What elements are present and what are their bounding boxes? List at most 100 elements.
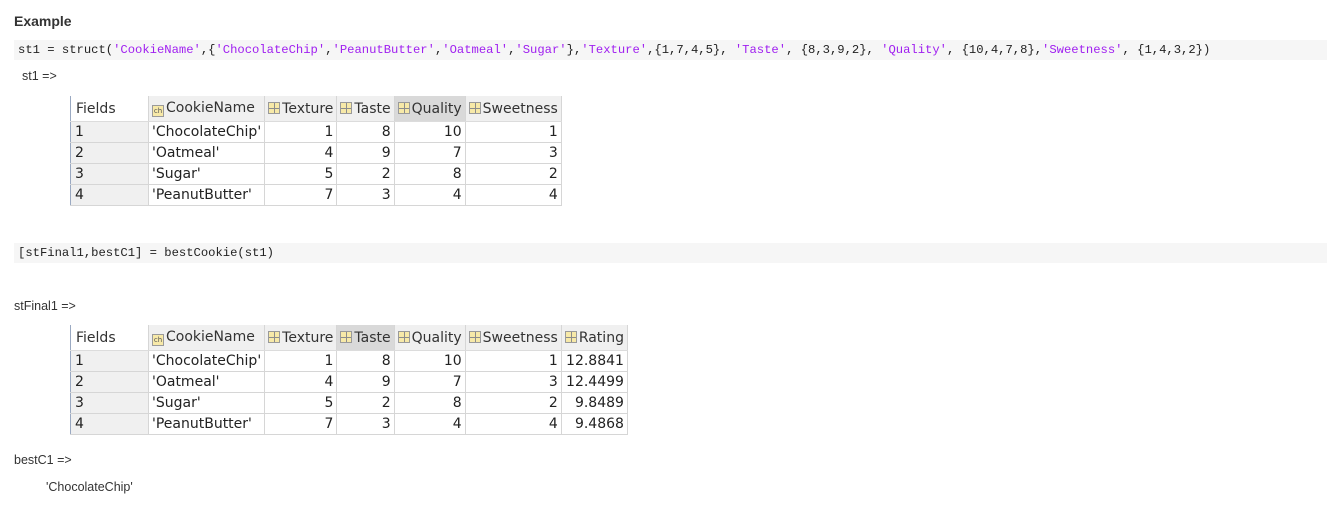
table-cell[interactable]: 3 [465,371,562,393]
table-row: 3 'Sugar' 5 2 8 2 [70,163,562,185]
table-row: 2 'Oatmeal' 4 9 7 3 [70,142,562,164]
table-cell[interactable]: 12.8841 [561,350,628,372]
table-cell[interactable]: 10 [394,121,466,143]
code-string-token: 'Sweetness' [1042,43,1123,57]
table-cell[interactable]: 'PeanutButter' [148,413,266,435]
column-header[interactable]: Texture [264,325,338,351]
numeric-array-icon [397,101,410,114]
table-cell[interactable]: 'Sugar' [148,163,266,185]
table-cell[interactable]: 4 [394,413,466,435]
code-token: , {8,3,9,2}, [786,43,882,57]
code-string-token: 'Taste' [734,43,787,57]
code-string-token: 'CookieName' [113,43,201,57]
code-string-token: 'Texture' [581,43,648,57]
code-string-token: 'Sugar' [515,43,567,57]
column-header-label: Quality [411,329,462,346]
table-cell[interactable]: 3 [465,142,562,164]
column-header[interactable]: Taste [336,325,395,351]
table-cell[interactable]: 12.4499 [561,371,628,393]
row-number[interactable]: 4 [70,184,149,206]
column-header[interactable]: Sweetness [465,325,562,351]
table-cell[interactable]: 2 [465,163,562,185]
table-cell[interactable]: 10 [394,350,466,372]
code-line-bestcookie[interactable]: [stFinal1,bestC1] = bestCookie(st1) [14,243,1327,263]
code-string-token: 'ChocolateChip' [215,43,326,57]
table-cell[interactable]: 9.8489 [561,392,628,414]
st1-label: st1 => [22,69,57,83]
column-header[interactable]: Texture [264,96,338,122]
column-header[interactable]: Rating [561,325,628,351]
row-number[interactable]: 1 [70,121,149,143]
table-row: 3 'Sugar' 5 2 8 2 9.8489 [70,392,628,414]
code-token: , {10,4,7,8}, [946,43,1043,57]
table-cell[interactable]: 4 [465,413,562,435]
row-number[interactable]: 1 [70,350,149,372]
stFinal1-variable-table: Fields ch CookieName Texture Taste Quality Swe… [70,325,628,435]
table-cell[interactable]: 'ChocolateChip' [148,121,266,143]
stFinal1-label: stFinal1 => [14,299,76,313]
code-line-struct[interactable]: st1 = struct('CookieName',{'ChocolateChi… [14,40,1327,60]
table-cell[interactable]: 3 [336,413,395,435]
fields-header[interactable]: Fields [70,96,149,122]
table-cell[interactable]: 7 [394,371,466,393]
numeric-array-icon [268,101,281,114]
char-array-icon: ch [152,105,164,117]
st1-variable-table: Fields ch CookieName Texture Taste Quality Swe… [70,96,562,206]
column-header[interactable]: ch CookieName [148,325,266,351]
table-cell[interactable]: 4 [264,142,338,164]
table-cell[interactable]: 7 [264,184,338,206]
table-cell[interactable]: 2 [336,392,395,414]
row-number[interactable]: 2 [70,142,149,164]
table-cell[interactable]: 4 [465,184,562,206]
column-header[interactable]: Sweetness [465,96,562,122]
table-cell[interactable]: 9 [336,371,395,393]
row-number[interactable]: 4 [70,413,149,435]
table-row: 1 'ChocolateChip' 1 8 10 1 12.8841 [70,350,628,372]
code-token: , [325,43,333,57]
column-header[interactable]: Quality [394,325,466,351]
table-cell[interactable]: 5 [264,392,338,414]
table-cell[interactable]: 9 [336,142,395,164]
fields-header[interactable]: Fields [70,325,149,351]
column-header[interactable]: Taste [336,96,395,122]
table-cell[interactable]: 2 [465,392,562,414]
column-header[interactable]: Quality [394,96,466,122]
code-token: st1 = struct( [18,43,114,57]
column-header-label: Fields [76,329,116,346]
table-cell[interactable]: 8 [336,350,395,372]
table-cell[interactable]: 'PeanutButter' [148,184,266,206]
table-cell[interactable]: 1 [465,350,562,372]
table-cell[interactable]: 1 [264,350,338,372]
numeric-array-icon [340,101,353,114]
column-header-label: Quality [411,100,462,117]
table-cell[interactable]: 2 [336,163,395,185]
table-cell[interactable]: 7 [264,413,338,435]
table-cell[interactable]: 3 [336,184,395,206]
table-cell[interactable]: 4 [394,184,466,206]
table-cell[interactable]: 'Oatmeal' [148,142,266,164]
column-header-label: Sweetness [482,329,558,346]
table-cell[interactable]: 5 [264,163,338,185]
code-token: ,{1,7,4,5}, [647,43,735,57]
row-number[interactable]: 3 [70,163,149,185]
table-cell[interactable]: 7 [394,142,466,164]
table-cell[interactable]: 1 [465,121,562,143]
table-cell[interactable]: 9.4868 [561,413,628,435]
numeric-array-icon [564,330,577,343]
table-cell[interactable]: 8 [394,163,466,185]
column-header-label: Fields [76,100,116,117]
row-number[interactable]: 2 [70,371,149,393]
table-cell[interactable]: 4 [264,371,338,393]
column-header-label: Rating [578,329,624,346]
table-cell[interactable]: 8 [394,392,466,414]
table-cell[interactable]: 'ChocolateChip' [148,350,266,372]
table-cell[interactable]: 'Oatmeal' [148,371,266,393]
bestC1-value: 'ChocolateChip' [46,480,133,494]
code-string-token: 'PeanutButter' [332,43,435,57]
table-cell[interactable]: 1 [264,121,338,143]
table-cell[interactable]: 8 [336,121,395,143]
column-header-label: Sweetness [482,100,558,117]
row-number[interactable]: 3 [70,392,149,414]
column-header[interactable]: ch CookieName [148,96,266,122]
table-cell[interactable]: 'Sugar' [148,392,266,414]
